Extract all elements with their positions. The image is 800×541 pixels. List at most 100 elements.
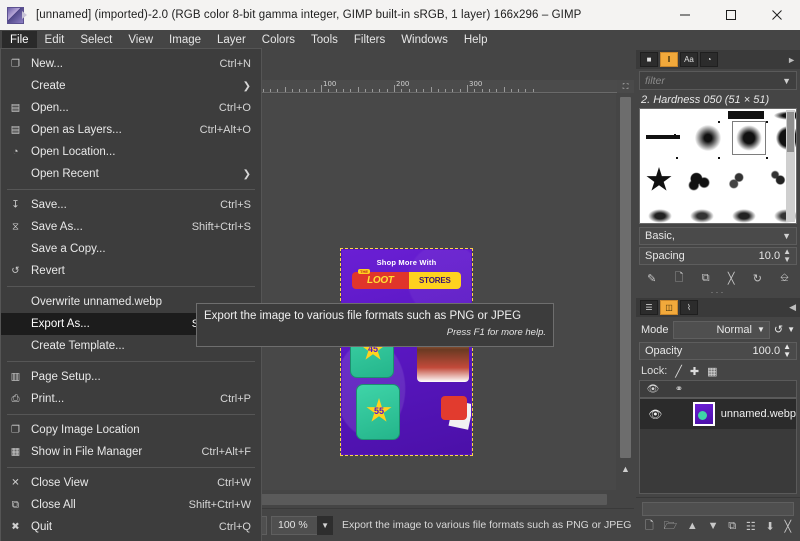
menu-item-close-view[interactable]: ✕ Close View Ctrl+W <box>1 472 261 494</box>
menu-item-page-setup[interactable]: ▥ Page Setup... <box>1 366 261 388</box>
layer-row[interactable]: 👁 unnamed.webp <box>640 399 796 429</box>
maximize-button[interactable] <box>708 0 754 30</box>
spinner-arrows-icon[interactable]: ▲ ▼ <box>783 343 791 359</box>
chevron-down-icon: ▼ <box>782 231 791 241</box>
menu-item-create[interactable]: Create ❯ <box>1 75 261 97</box>
menubar-item-image[interactable]: Image <box>161 31 209 50</box>
menubar-item-edit[interactable]: Edit <box>37 31 73 50</box>
tab-layers[interactable]: ☰ <box>640 300 658 315</box>
brush-row3-c-icon[interactable] <box>732 209 756 223</box>
menu-item-print[interactable]: ⎙ Print... Ctrl+P <box>1 388 261 410</box>
merge-down-icon[interactable]: ⬇ <box>765 520 774 533</box>
refresh-brushes-icon[interactable]: ↻ <box>753 272 762 285</box>
menu-item-open-recent[interactable]: Open Recent ❯ <box>1 163 261 185</box>
horizontal-scroll-thumb[interactable] <box>203 494 607 505</box>
brush-row3-a-icon[interactable] <box>648 209 672 223</box>
dock-bottom-field[interactable] <box>642 502 794 516</box>
brush-star-icon[interactable] <box>646 167 672 191</box>
menubar-item-windows[interactable]: Windows <box>393 31 456 50</box>
menu-item-open[interactable]: ▤ Open... Ctrl+O <box>1 97 261 119</box>
menu-item-revert[interactable]: ↺ Revert <box>1 260 261 282</box>
brush-row3-b-icon[interactable] <box>690 209 714 223</box>
layer-mode-row: Mode Normal ▼ ↺ ▼ <box>636 319 800 340</box>
menu-item-label: Page Setup... <box>31 371 101 383</box>
brush-spacing-field[interactable]: Spacing 10.0 ▲ ▼ <box>639 247 797 265</box>
navigation-preview-button[interactable]: ⛶ <box>617 80 634 93</box>
open-brushes-icon[interactable]: ⎒ <box>780 272 789 285</box>
delete-brush-icon[interactable]: ╳ <box>728 272 735 285</box>
grid-dot <box>676 157 678 159</box>
menu-item-show-in-file-manager[interactable]: ▦ Show in File Manager Ctrl+Alt+F <box>1 441 261 463</box>
duplicate-layer-icon[interactable]: ⧉ <box>728 520 736 533</box>
brush-soft-icon[interactable] <box>695 125 721 151</box>
lock-pixels-icon[interactable]: ╱ <box>675 365 682 378</box>
canvas-vertical-scrollbar[interactable]: ▲ <box>617 93 634 478</box>
menubar-item-layer[interactable]: Layer <box>209 31 254 50</box>
layers-list[interactable]: 👁 unnamed.webp <box>639 398 797 494</box>
brushes-dock-tabs: ■ ‖ Aa ◔ ► <box>636 50 800 69</box>
dock-menu-icon[interactable]: ► <box>787 55 796 65</box>
zoom-selector[interactable]: 100 % ▼ <box>271 515 333 535</box>
layer-mode-selector[interactable]: Normal ▼ <box>672 320 770 339</box>
brush-splatter-2-icon[interactable] <box>726 167 752 193</box>
layers-dock-menu-icon[interactable]: ◀ <box>789 302 796 313</box>
brush-scroll-thumb[interactable] <box>787 112 794 152</box>
delete-layer-icon[interactable]: ╳ <box>784 520 791 533</box>
spinner-arrows-icon[interactable]: ▲ ▼ <box>783 248 791 264</box>
file-menu-dropdown[interactable]: ❐ New... Ctrl+N Create ❯ ▤ Open... Ctrl+O ▤ Open … <box>0 48 262 541</box>
menubar-item-view[interactable]: View <box>120 31 161 50</box>
brush-rect-icon[interactable] <box>728 111 764 119</box>
new-layer-icon[interactable]: 🗋 <box>645 517 654 536</box>
tab-paths[interactable]: ⌇ <box>680 300 698 315</box>
lock-alpha-icon[interactable]: ▦ <box>707 365 717 378</box>
image-layer-boundary[interactable]: Shop More With LOOT STORES THE 45 55 <box>340 248 473 456</box>
menubar-item-tools[interactable]: Tools <box>303 31 346 50</box>
menu-item-close-all[interactable]: ⧉ Close All Shift+Ctrl+W <box>1 494 261 516</box>
edit-brush-icon[interactable]: ✎ <box>647 272 656 285</box>
menu-item-copy-image-location[interactable]: ❐ Copy Image Location <box>1 419 261 441</box>
tab-history[interactable]: ◔ <box>700 52 718 67</box>
menu-item-quit[interactable]: ✖ Quit Ctrl+Q <box>1 516 261 538</box>
close-button[interactable] <box>754 0 800 30</box>
menubar-item-filters[interactable]: Filters <box>346 31 393 50</box>
brush-category-selector[interactable]: Basic, ▼ <box>639 227 797 245</box>
menubar-item-file[interactable]: File <box>2 30 37 50</box>
vertical-scroll-thumb[interactable] <box>620 97 631 458</box>
tab-fonts[interactable]: Aa <box>680 52 698 67</box>
menu-item-new[interactable]: ❐ New... Ctrl+N <box>1 53 261 75</box>
lock-position-icon[interactable]: ✚ <box>690 365 699 378</box>
chevron-down-icon[interactable]: ▼ <box>782 76 791 86</box>
layer-visibility-icon[interactable]: 👁 <box>648 408 663 421</box>
brush-grid[interactable] <box>639 108 797 224</box>
minimize-button[interactable] <box>662 0 708 30</box>
new-brush-icon[interactable]: 🗋 <box>675 269 684 288</box>
layer-opacity-field[interactable]: Opacity 100.0 ▲ ▼ <box>639 342 797 360</box>
lower-layer-icon[interactable]: ▼ <box>708 520 719 532</box>
ruler-minor-tick <box>459 89 461 92</box>
brush-filter-input[interactable]: filter ▼ <box>639 71 797 90</box>
menu-item-save-as[interactable]: ⧖ Save As... Shift+Ctrl+S <box>1 216 261 238</box>
menu-item-save[interactable]: ↧ Save... Ctrl+S <box>1 194 261 216</box>
menu-item-label: Close All <box>31 499 76 511</box>
new-group-icon[interactable]: 🗁 <box>664 517 678 536</box>
menu-item-save-a-copy[interactable]: Save a Copy... <box>1 238 261 260</box>
tab-patterns[interactable]: ‖ <box>660 52 678 67</box>
ruler-minor-tick <box>532 89 534 92</box>
dock-resize-grip[interactable]: ··· <box>636 287 800 297</box>
menu-item-open-location[interactable]: ◔ Open Location... <box>1 141 261 163</box>
raise-layer-icon[interactable]: ▲ <box>687 520 698 532</box>
anchor-layer-icon[interactable]: ☷ <box>746 520 756 533</box>
brush-grid-scrollbar[interactable] <box>786 110 795 222</box>
brush-splatter-1-icon[interactable] <box>686 167 712 193</box>
reset-mode-icon[interactable]: ↺ <box>774 323 783 336</box>
scroll-up-arrow-icon[interactable]: ▲ <box>617 460 634 478</box>
menu-item-open-as-layers[interactable]: ▤ Open as Layers... Ctrl+Alt+O <box>1 119 261 141</box>
menubar-item-help[interactable]: Help <box>456 31 496 50</box>
duplicate-brush-icon[interactable]: ⧉ <box>702 272 710 285</box>
menubar-item-select[interactable]: Select <box>72 31 120 50</box>
chevron-down-icon[interactable]: ▼ <box>787 325 795 334</box>
menubar-item-colors[interactable]: Colors <box>254 31 303 50</box>
tab-channels[interactable]: ◫ <box>660 300 678 315</box>
tab-brushes[interactable]: ■ <box>640 52 658 67</box>
window-title: [unnamed] (imported)-2.0 (RGB color 8-bi… <box>36 9 582 21</box>
